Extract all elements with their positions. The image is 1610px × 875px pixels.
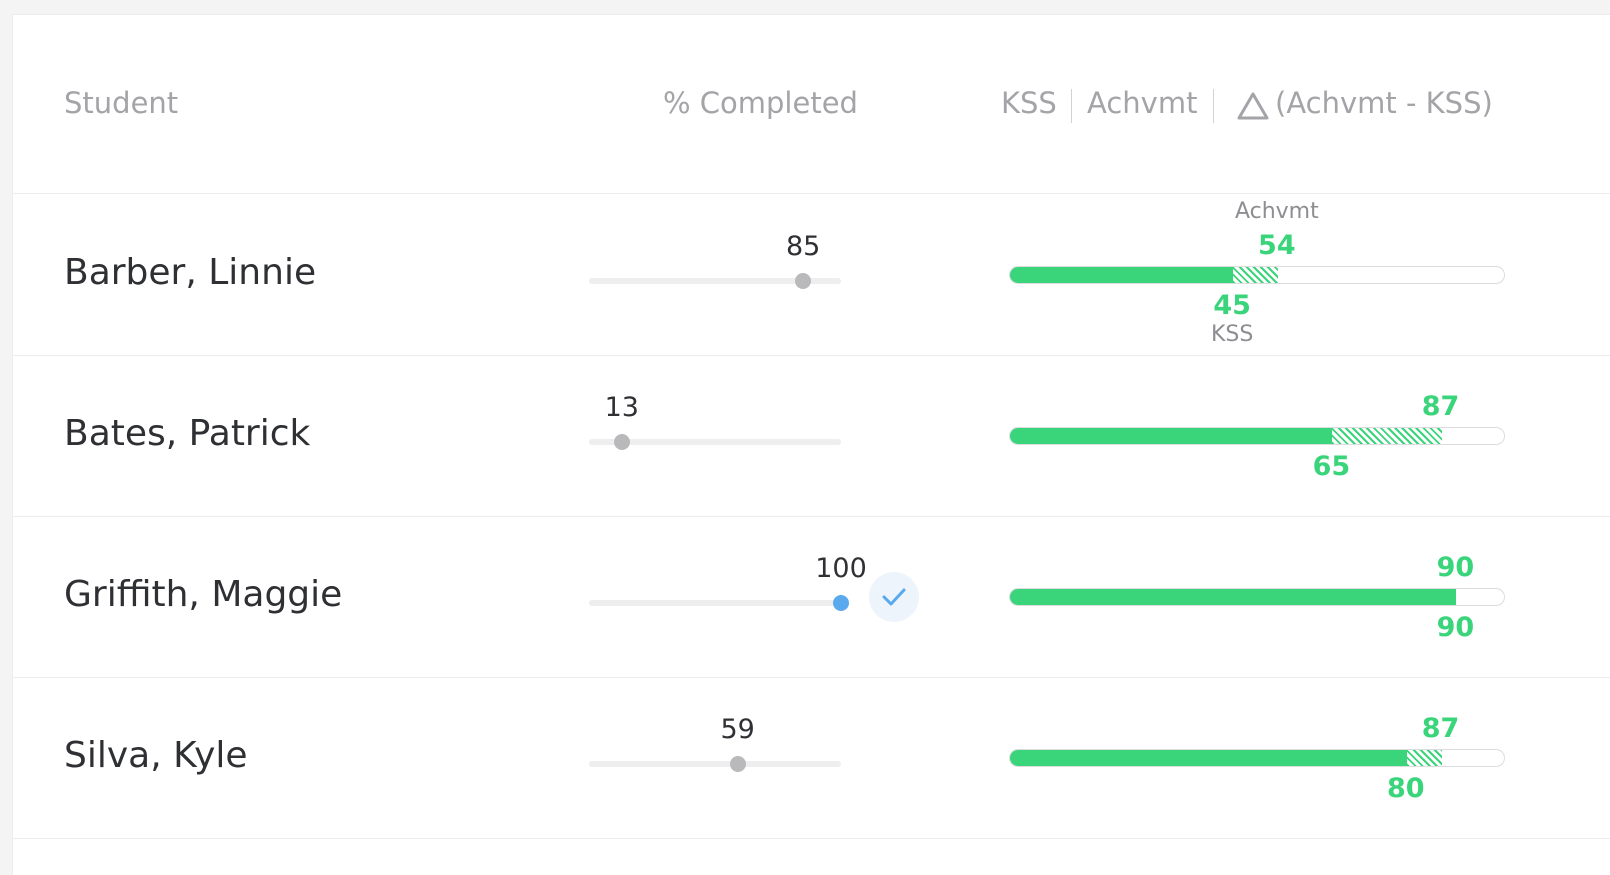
column-header-completed[interactable]: % Completed	[663, 83, 858, 123]
kss-value: 80	[1387, 773, 1425, 804]
achvmt-value: 87	[1421, 713, 1460, 744]
kss-value: 90	[1436, 612, 1475, 643]
delta-hatch	[1406, 750, 1442, 766]
kss-value: 45	[1213, 290, 1251, 321]
column-header-achvmt[interactable]: Achvmt	[1087, 83, 1197, 123]
completion-value: 100	[815, 553, 867, 584]
score-bar	[1009, 266, 1505, 284]
slider-thumb[interactable]	[729, 756, 746, 772]
student-name[interactable]: Bates, Patrick	[64, 411, 310, 457]
student-name[interactable]: Barber, Linnie	[64, 250, 316, 296]
achvmt-value: 90	[1436, 552, 1475, 583]
student-name[interactable]: Silva, Kyle	[64, 733, 248, 779]
completion-value: 59	[720, 714, 755, 745]
kss-fill	[1010, 428, 1333, 444]
kss-fill	[1010, 589, 1457, 605]
kss-fill	[1010, 750, 1407, 766]
slider-thumb[interactable]	[613, 434, 630, 450]
table-row: Griffith, Maggie 100 90 90	[13, 516, 1610, 678]
score-bar	[1009, 749, 1505, 767]
table-header: Student % Completed KSS Achvmt (Achvmt -…	[13, 15, 1610, 194]
completion-slider[interactable]: 100	[589, 553, 867, 611]
kss-fill	[1010, 267, 1234, 283]
completion-value: 13	[604, 392, 639, 423]
achvmt-value: 54	[1258, 230, 1296, 261]
column-header-kss[interactable]: KSS	[1001, 83, 1057, 123]
completion-slider[interactable]: 59	[589, 714, 841, 772]
score-bar	[1009, 427, 1505, 445]
student-table: Student % Completed KSS Achvmt (Achvmt -…	[12, 14, 1610, 875]
achvmt-caption: Achvmt	[1234, 199, 1319, 224]
column-header-delta[interactable]: (Achvmt - KSS)	[1275, 83, 1493, 123]
kss-caption: KSS	[1211, 322, 1254, 347]
completion-value: 85	[786, 231, 821, 262]
student-name[interactable]: Griffith, Maggie	[64, 572, 342, 618]
delta-hatch	[1233, 267, 1278, 283]
delta-triangle-icon	[1237, 92, 1269, 120]
slider-thumb[interactable]	[833, 595, 849, 611]
table-row: Silva, Kyle 59 87 80	[13, 677, 1610, 839]
header-divider	[1213, 89, 1214, 123]
score-bar	[1009, 588, 1505, 606]
complete-check-icon	[869, 572, 919, 622]
column-header-student[interactable]: Student	[64, 83, 178, 123]
table-row: Bates, Patrick 13 87 65	[13, 355, 1610, 517]
achvmt-value: 87	[1421, 391, 1460, 422]
table-row: Barber, Linnie 85 54 45 Achvmt KSS	[13, 194, 1610, 356]
kss-value: 65	[1312, 451, 1351, 482]
completion-slider[interactable]: 13	[589, 392, 841, 450]
slider-thumb[interactable]	[795, 273, 812, 289]
header-divider	[1071, 89, 1072, 123]
delta-hatch	[1332, 428, 1442, 444]
completion-slider[interactable]: 85	[589, 231, 841, 289]
